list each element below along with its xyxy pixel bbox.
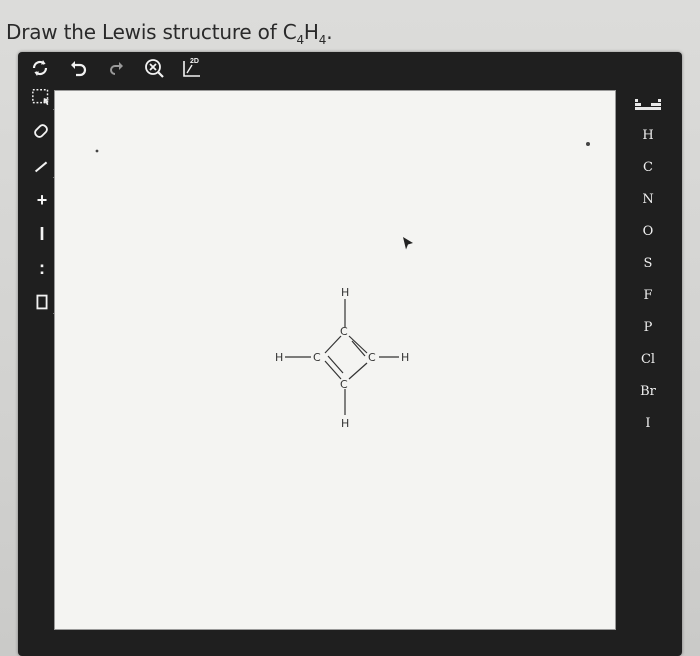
single-bond-icon[interactable] <box>30 152 58 180</box>
undo-icon[interactable] <box>66 56 90 80</box>
element-h[interactable]: H <box>628 120 668 152</box>
atom-h-top[interactable]: H <box>341 286 349 299</box>
element-s[interactable]: S <box>628 248 668 280</box>
atom-c-top[interactable]: C <box>340 325 348 338</box>
clean-2d-badge: 2D <box>190 58 199 65</box>
atom-c-left[interactable]: C <box>313 351 321 364</box>
lone-pair-icon[interactable]: : <box>30 254 54 282</box>
element-p[interactable]: P <box>628 312 668 344</box>
redo-icon[interactable] <box>104 56 128 80</box>
clear-icon[interactable] <box>28 56 52 80</box>
atom-h-bottom[interactable]: H <box>341 417 349 430</box>
question-prefix: Draw the Lewis structure of C <box>6 20 297 44</box>
drawing-canvas[interactable]: H C C C C H H H <box>54 90 616 630</box>
single-line-icon[interactable]: I <box>30 220 54 248</box>
left-toolbar: + I : <box>30 84 58 316</box>
periodic-table-icon[interactable] <box>628 92 668 120</box>
selection-icon[interactable] <box>30 84 58 112</box>
question-h: H <box>303 20 319 44</box>
atom-h-left[interactable]: H <box>275 351 283 364</box>
element-c[interactable]: C <box>628 152 668 184</box>
atom-c-right[interactable]: C <box>368 351 376 364</box>
add-atom-icon[interactable]: + <box>30 186 54 214</box>
element-toolbar: H C N O S F P Cl Br I <box>626 92 670 440</box>
element-cl[interactable]: Cl <box>628 344 668 376</box>
molecule-drawing: H C C C C H H H <box>95 142 590 430</box>
question-subscript-c: 4 <box>296 33 304 47</box>
question-text: Draw the Lewis structure of C4H4. <box>6 20 333 47</box>
atom-c-bottom[interactable]: C <box>340 378 348 391</box>
top-toolbar: 2D <box>28 52 668 84</box>
atom-h-right[interactable]: H <box>401 351 409 364</box>
element-o[interactable]: O <box>628 216 668 248</box>
element-br[interactable]: Br <box>628 376 668 408</box>
element-f[interactable]: F <box>628 280 668 312</box>
eraser-icon[interactable] <box>30 118 54 146</box>
rectangle-shape-icon[interactable] <box>30 288 58 316</box>
mouse-cursor-icon <box>403 237 413 250</box>
zoom-reset-icon[interactable] <box>142 56 166 80</box>
element-n[interactable]: N <box>628 184 668 216</box>
question-suffix: . <box>326 20 333 44</box>
element-i[interactable]: I <box>628 408 668 440</box>
clean-2d-icon[interactable]: 2D <box>180 56 204 80</box>
